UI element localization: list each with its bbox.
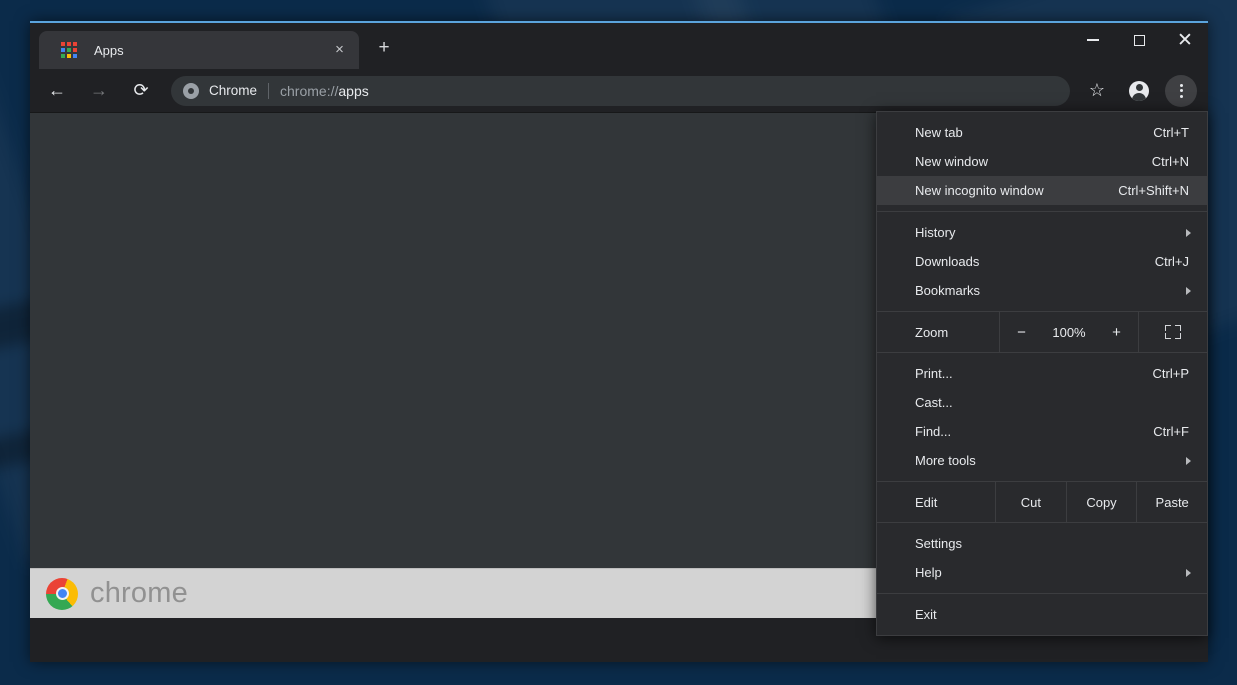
apps-cell [73, 42, 77, 46]
desktop-background: Apps × + ✕ ← → ⟳ Chrome chrome://apps ☆ … [0, 0, 1237, 685]
omnibox-url-path: apps [338, 82, 369, 99]
cut-button[interactable]: Cut [995, 482, 1066, 522]
minimize-icon [1087, 39, 1099, 41]
tab-strip: Apps × + ✕ [30, 23, 1208, 69]
menu-item-settings[interactable]: Settings [877, 529, 1207, 558]
omnibox-url[interactable]: chrome://apps [280, 83, 369, 99]
zoom-label: Zoom [915, 324, 949, 340]
menu-item-help[interactable]: Help [877, 558, 1207, 587]
browser-toolbar: ← → ⟳ Chrome chrome://apps ☆ [30, 69, 1208, 113]
menu-item-label: Find... [915, 424, 952, 439]
omnibox-url-scheme: chrome:// [280, 82, 339, 99]
menu-item-cast[interactable]: Cast... [877, 388, 1207, 417]
back-button[interactable]: ← [41, 75, 73, 107]
menu-item-exit[interactable]: Exit [877, 600, 1207, 629]
chevron-right-icon [1186, 286, 1191, 295]
tab-title: Apps [94, 42, 124, 58]
menu-item-downloads[interactable]: Downloads Ctrl+J [877, 247, 1207, 276]
menu-edit-row: Edit Cut Copy Paste [877, 481, 1207, 523]
apps-cell [61, 42, 65, 46]
menu-item-find[interactable]: Find... Ctrl+F [877, 417, 1207, 446]
chrome-menu-button[interactable] [1165, 74, 1197, 107]
maximize-button[interactable] [1116, 23, 1162, 57]
menu-item-shortcut: Ctrl+T [1153, 125, 1189, 140]
three-dots-icon [1179, 83, 1183, 98]
menu-item-new-window[interactable]: New window Ctrl+N [877, 147, 1207, 176]
zoom-in-button[interactable]: + [1105, 324, 1129, 341]
profile-button[interactable] [1123, 75, 1155, 107]
close-window-button[interactable]: ✕ [1162, 23, 1208, 57]
paste-button[interactable]: Paste [1136, 482, 1207, 522]
menu-item-bookmarks[interactable]: Bookmarks [877, 276, 1207, 305]
menu-item-label: History [915, 225, 956, 240]
menu-item-label: New incognito window [915, 183, 1044, 198]
chrome-logo-center [55, 587, 69, 600]
menu-item-more-tools[interactable]: More tools [877, 446, 1207, 475]
bookmark-star-icon[interactable]: ☆ [1081, 75, 1113, 107]
maximize-icon [1133, 34, 1145, 46]
new-tab-button[interactable]: + [371, 35, 397, 61]
menu-zoom-row: Zoom − 100% + [877, 311, 1207, 353]
menu-separator [877, 211, 1207, 212]
menu-item-shortcut: Ctrl+J [1154, 254, 1189, 269]
apps-cell [73, 54, 77, 58]
apps-cell [67, 42, 71, 46]
menu-separator [877, 593, 1207, 594]
zoom-level-value: 100% [1052, 324, 1086, 340]
reload-button[interactable]: ⟳ [125, 75, 157, 107]
menu-item-label: Print... [915, 366, 953, 381]
menu-item-shortcut: Ctrl+P [1152, 366, 1189, 381]
edit-label: Edit [915, 494, 938, 510]
toolbar-actions: ☆ [1076, 74, 1202, 107]
address-bar[interactable]: Chrome chrome://apps [171, 75, 1070, 106]
apps-cell [61, 54, 65, 58]
apps-grid-icon [61, 42, 77, 58]
menu-item-shortcut: Ctrl+Shift+N [1118, 183, 1189, 198]
chrome-main-menu: New tab Ctrl+T New window Ctrl+N New inc… [876, 111, 1208, 636]
close-icon[interactable]: × [331, 42, 348, 59]
avatar-icon [1129, 80, 1149, 101]
menu-item-shortcut: Ctrl+N [1151, 154, 1189, 169]
zoom-controls: − 100% + [999, 312, 1139, 352]
menu-item-print[interactable]: Print... Ctrl+P [877, 359, 1207, 388]
chevron-right-icon [1186, 228, 1191, 237]
omnibox-chip-label: Chrome [209, 83, 258, 98]
menu-item-new-incognito-window[interactable]: New incognito window Ctrl+Shift+N [877, 176, 1207, 205]
chrome-wordmark: chrome [90, 577, 188, 609]
copy-button[interactable]: Copy [1065, 482, 1137, 522]
chevron-right-icon [1186, 456, 1191, 465]
close-window-icon: ✕ [1177, 29, 1193, 51]
menu-item-label: New tab [915, 125, 963, 140]
forward-button[interactable]: → [83, 75, 115, 107]
menu-item-new-tab[interactable]: New tab Ctrl+T [877, 118, 1207, 147]
chrome-logo-icon [46, 577, 78, 610]
menu-item-label: More tools [915, 453, 976, 468]
fullscreen-button[interactable] [1139, 312, 1207, 352]
apps-cell [67, 54, 71, 58]
menu-item-label: Cast... [915, 395, 953, 410]
zoom-out-button[interactable]: − [1009, 324, 1033, 341]
menu-item-label: Bookmarks [915, 283, 981, 298]
menu-item-shortcut: Ctrl+F [1153, 424, 1189, 439]
apps-cell [73, 48, 77, 52]
tab-apps[interactable]: Apps × [39, 31, 359, 69]
menu-item-label: Exit [915, 607, 937, 622]
menu-item-label: Settings [915, 536, 962, 551]
menu-item-label: Downloads [915, 254, 980, 269]
apps-cell [67, 48, 71, 52]
fullscreen-icon [1165, 325, 1181, 339]
window-controls: ✕ [1070, 23, 1208, 57]
minimize-button[interactable] [1070, 23, 1116, 57]
chrome-page-icon [183, 82, 199, 99]
menu-item-history[interactable]: History [877, 218, 1207, 247]
menu-item-label: New window [915, 154, 988, 169]
menu-item-label: Help [915, 565, 942, 580]
omnibox-separator [268, 82, 270, 99]
chevron-right-icon [1186, 568, 1191, 577]
apps-cell [61, 48, 65, 52]
